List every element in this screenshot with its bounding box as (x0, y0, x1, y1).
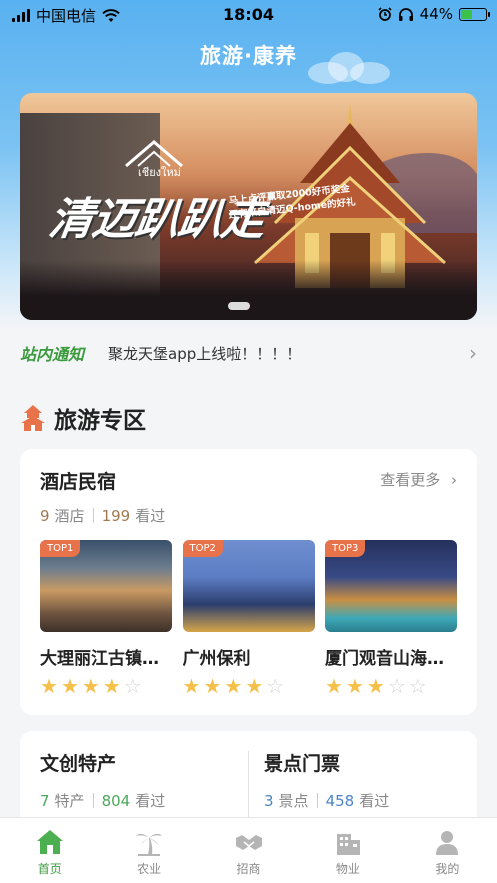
tab-label: 物业 (335, 862, 360, 876)
hotel-item[interactable]: TOP2 广州保利 ★ ★ ★ ★ ☆ (182, 540, 315, 697)
tab-label: 首页 (37, 862, 62, 876)
banner-page-indicator[interactable] (228, 302, 250, 310)
tickets-section[interactable]: 景点门票 3 景点 458 看过 (264, 749, 389, 811)
palm-tree-icon (136, 833, 163, 856)
hotel-name: 大理丽江古镇… (40, 649, 159, 669)
culture-views-unit: 看过 (135, 792, 166, 810)
culture-count: 7 (40, 791, 50, 810)
tab-home[interactable]: 首页 (0, 818, 99, 883)
section-title: 旅游专区 (54, 408, 146, 434)
tab-label: 农业 (137, 862, 162, 876)
building-icon (336, 834, 360, 855)
status-bar: 中国电信 18:04 44% (0, 0, 497, 30)
chevron-right-icon: › (451, 471, 457, 489)
tab-property[interactable]: 物业 (298, 818, 397, 883)
banner-crowd (20, 260, 477, 320)
rank-badge: TOP1 (40, 540, 81, 557)
stats-divider (92, 793, 94, 808)
star-rating: ★ ★ ★ ☆ ☆ (325, 675, 457, 697)
tab-investment[interactable]: 招商 (199, 818, 298, 883)
handshake-icon (235, 835, 262, 850)
tickets-stats: 3 景点 458 看过 (264, 790, 389, 811)
star-rating: ★ ★ ★ ★ ☆ (40, 675, 172, 697)
tab-label: 我的 (435, 862, 460, 876)
hotel-count-unit: 酒店 (54, 507, 85, 525)
star-empty-icon: ☆ (387, 674, 406, 698)
star-empty-icon: ☆ (266, 674, 285, 698)
star-rating: ★ ★ ★ ★ ☆ (183, 675, 315, 697)
star-filled-icon: ★ (40, 674, 58, 698)
culture-title: 文创特产 (40, 753, 117, 775)
battery-level (461, 9, 472, 19)
battery-icon (459, 7, 490, 21)
hotel-stats: 9 酒店 199 看过 (40, 505, 165, 526)
view-more-link[interactable]: 查看更多 › (380, 469, 457, 490)
star-filled-icon: ★ (224, 674, 243, 698)
tickets-title: 景点门票 (264, 753, 341, 775)
star-filled-icon: ★ (366, 674, 385, 698)
page-title: 旅游·康养 (200, 44, 297, 68)
hotel-count: 9 (40, 506, 50, 525)
home-icon (36, 830, 63, 854)
star-filled-icon: ★ (245, 674, 264, 698)
battery-percent: 44% (419, 5, 453, 23)
chevron-right-icon: › (469, 341, 477, 365)
culture-products-section[interactable]: 文创特产 7 特产 804 看过 (40, 749, 165, 811)
stats-divider (92, 508, 94, 523)
culture-count-unit: 特产 (54, 792, 85, 810)
tickets-views-unit: 看过 (359, 792, 390, 810)
hotel-photo: TOP2 (182, 540, 315, 632)
hotel-item[interactable]: TOP3 厦门观音山海… ★ ★ ★ ☆ ☆ (325, 540, 457, 697)
hotel-card: 酒店民宿 查看更多 › 9 酒店 199 看过 TOP1 大理丽江古镇… ★ ★ ★… (20, 449, 477, 715)
star-filled-icon: ★ (345, 674, 364, 698)
culture-views: 804 (101, 791, 131, 810)
view-more-label: 查看更多 (380, 471, 441, 489)
hotel-item[interactable]: TOP1 大理丽江古镇… ★ ★ ★ ★ ☆ (40, 540, 172, 697)
star-filled-icon: ★ (203, 674, 222, 698)
user-icon (436, 831, 459, 855)
hotel-name: 广州保利 (182, 649, 251, 669)
site-notice[interactable]: 站内通知 聚龙天堡app上线啦！！！！ › (20, 340, 477, 366)
culture-stats: 7 特产 804 看过 (40, 790, 165, 811)
tab-label: 招商 (236, 862, 261, 876)
rank-badge: TOP2 (182, 540, 223, 557)
section-header: 旅游专区 (20, 401, 146, 435)
hotel-name: 厦门观音山海… (325, 649, 444, 669)
star-empty-icon: ☆ (123, 674, 142, 698)
star-filled-icon: ★ (102, 674, 121, 698)
star-filled-icon: ★ (325, 674, 343, 698)
banner-logo-text: เชียงใหม่ (138, 166, 181, 179)
star-filled-icon: ★ (81, 674, 100, 698)
hotel-photo: TOP3 (325, 540, 457, 632)
notice-text: 聚龙天堡app上线啦！！！！ (108, 344, 302, 363)
promo-banner[interactable]: เชียงใหม่ 清迈趴趴走 马上点评赢取2000好币奖金 还有来自清迈Q-h… (20, 93, 477, 320)
rank-badge: TOP3 (325, 540, 366, 557)
tickets-count-unit: 景点 (278, 792, 309, 810)
tab-profile[interactable]: 我的 (398, 818, 497, 883)
hotel-views-unit: 看过 (135, 507, 166, 525)
notice-tag: 站内通知 (20, 345, 85, 364)
tickets-count: 3 (264, 791, 274, 810)
pagoda-icon (21, 405, 45, 431)
tickets-views: 458 (325, 791, 355, 810)
hotel-card-title: 酒店民宿 (40, 471, 117, 493)
headphones-icon (398, 8, 413, 21)
alarm-icon (378, 7, 392, 21)
hotel-list: TOP1 大理丽江古镇… ★ ★ ★ ★ ☆ TOP2 广州保利 ★ ★ ★ ★ ☆ TOP3 … (40, 540, 457, 697)
star-empty-icon: ☆ (408, 674, 427, 698)
hotel-views: 199 (101, 506, 131, 525)
bottom-tab-bar: 首页 农业 招商 物业 我的 (0, 817, 497, 883)
tab-agriculture[interactable]: 农业 (99, 818, 198, 883)
stats-divider (316, 793, 318, 808)
star-filled-icon: ★ (182, 674, 201, 698)
star-filled-icon: ★ (60, 674, 79, 698)
hotel-photo: TOP1 (40, 540, 172, 632)
